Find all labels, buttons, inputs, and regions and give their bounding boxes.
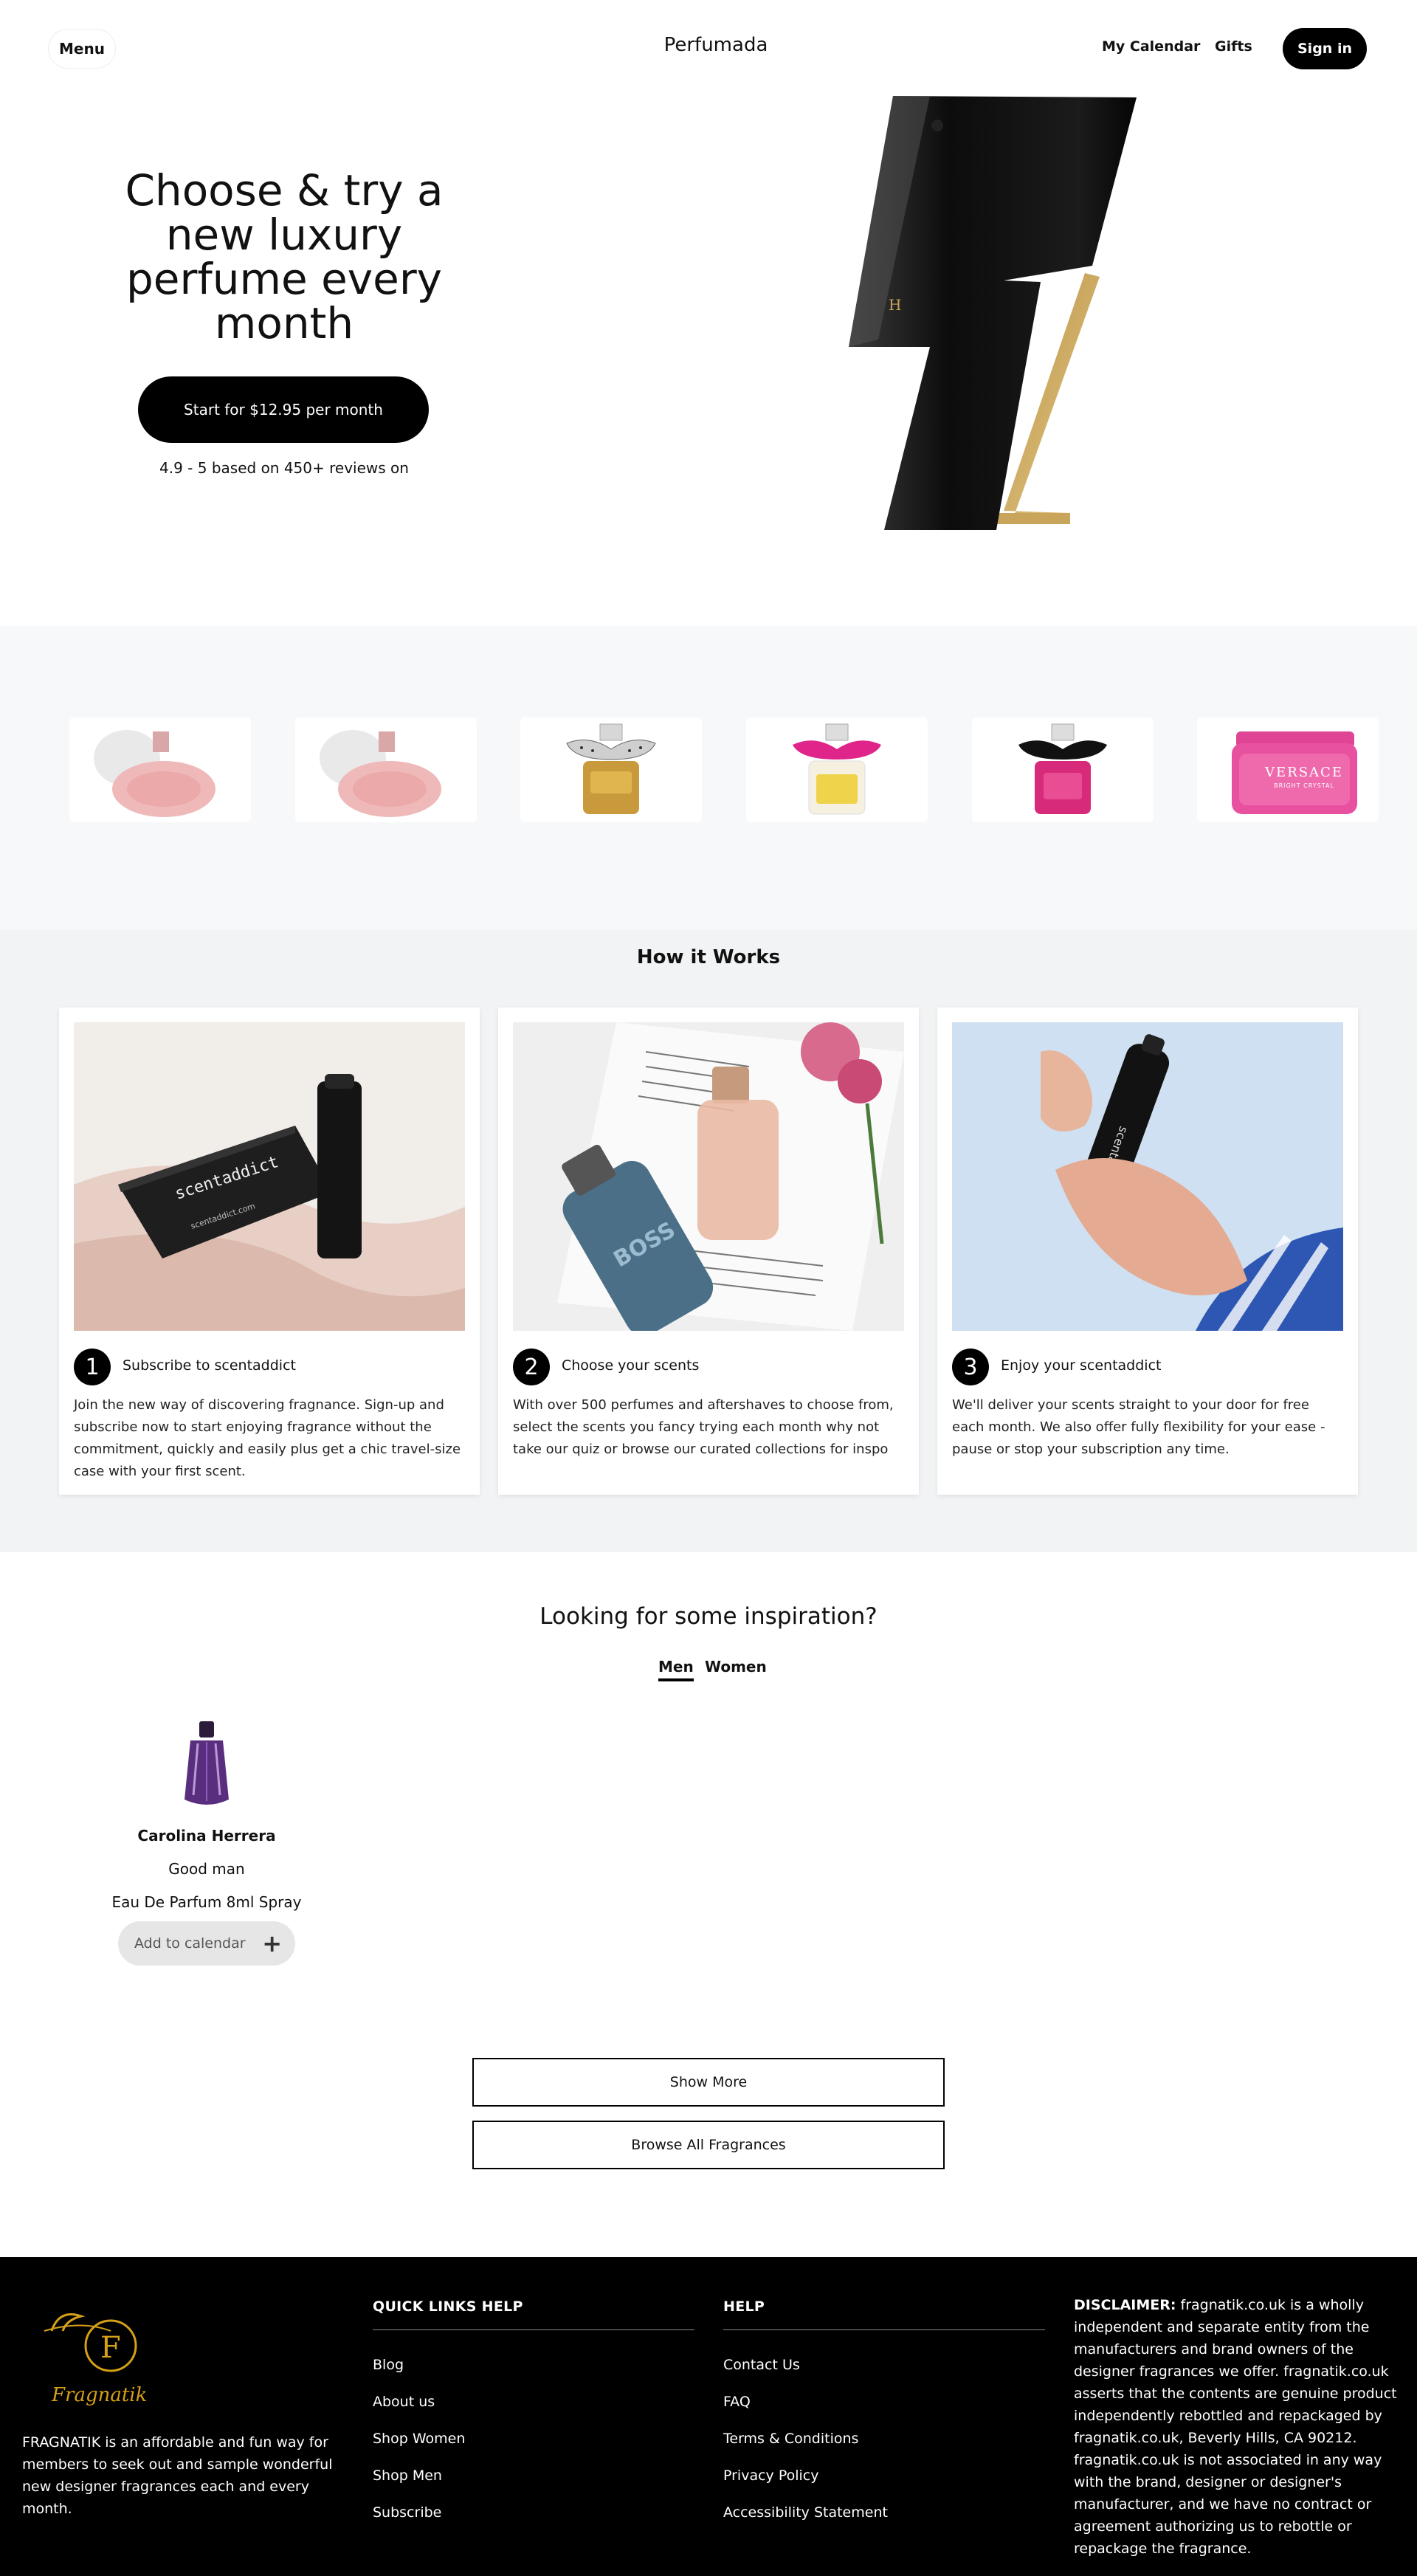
pink-round-bottle-icon <box>94 730 216 817</box>
footer-link-faq[interactable]: FAQ <box>723 2383 1045 2420</box>
browse-all-fragrances-button[interactable]: Browse All Fragrances <box>472 2121 945 2169</box>
brand-logo-text[interactable]: Perfumada <box>635 34 797 56</box>
reviews-summary: 4.9 - 5 based on 450+ reviews on <box>159 459 409 477</box>
step-description: Join the new way of discovering fragnanc… <box>74 1397 461 1479</box>
start-subscription-button[interactable]: Start for $12.95 per month <box>138 376 429 443</box>
inspiration-title: Looking for some inspiration? <box>539 1603 878 1630</box>
pink-bow-bottle-icon <box>793 723 881 815</box>
add-to-calendar-label: Add to calendar <box>134 1935 246 1952</box>
disclaimer-text: fragnatik.co.uk is a wholly independent … <box>1074 2297 1397 2557</box>
site-footer: F Fragnatik FRAGNATIK is an affordable a… <box>0 2257 1417 2576</box>
carousel-item[interactable] <box>746 717 928 822</box>
footer-about-text: FRAGNATIK is an affordable and fun way f… <box>22 2434 333 2517</box>
tab-men[interactable]: Men <box>658 1658 694 1681</box>
product-image[interactable] <box>177 1720 236 1808</box>
step-number: 2 <box>513 1349 550 1385</box>
footer-link-blog[interactable]: Blog <box>373 2346 694 2383</box>
svg-text:F: F <box>100 2331 121 2365</box>
svg-text:H: H <box>889 296 901 314</box>
show-more-button[interactable]: Show More <box>472 2058 945 2107</box>
sign-in-button[interactable]: Sign in <box>1283 28 1367 69</box>
disclaimer-label: DISCLAIMER: <box>1074 2297 1176 2313</box>
carousel-item[interactable] <box>972 717 1154 822</box>
nav-gifts[interactable]: Gifts <box>1215 38 1252 55</box>
footer-link-shop-women[interactable]: Shop Women <box>373 2420 694 2457</box>
nav-my-calendar[interactable]: My Calendar <box>1102 38 1200 55</box>
hero-title: Choose & try a new luxury perfume every … <box>125 165 444 348</box>
menu-button[interactable]: Menu <box>49 30 115 68</box>
hero-perfume-bottle-image: H <box>849 96 1137 530</box>
footer-link-subscribe[interactable]: Subscribe <box>373 2494 694 2531</box>
how-it-works-section: How it Works scentaddict scentaddict.com… <box>0 930 1417 1552</box>
tab-women[interactable]: Women <box>705 1658 767 1676</box>
quick-links-heading: QUICK LINKS HELP <box>373 2298 694 2330</box>
gold-bottle-bow-icon <box>566 723 656 814</box>
fragrance-carousel[interactable]: VERSACE BRIGHT CRYSTAL <box>0 626 1417 930</box>
plus-icon: + <box>262 1929 282 1957</box>
fragnatik-logo[interactable]: F Fragnatik <box>37 2301 162 2412</box>
footer-link-accessibility[interactable]: Accessibility Statement <box>723 2494 1045 2531</box>
step-title: Subscribe to scentaddict <box>123 1357 296 1374</box>
carousel-item[interactable] <box>295 717 477 822</box>
step-image: scentaddict scentaddict.com <box>74 1022 465 1331</box>
product-card[interactable]: Carolina Herrera Good man Eau De Parfum … <box>111 1720 303 1966</box>
product-size: Eau De Parfum 8ml Spray <box>111 1893 302 1911</box>
step-number: 3 <box>952 1349 989 1385</box>
footer-link-shop-men[interactable]: Shop Men <box>373 2457 694 2494</box>
step-card: BOSS 2 Choose your scents With over 500 … <box>498 1008 919 1495</box>
step-image: BOSS <box>513 1022 904 1331</box>
pink-round-bottle-icon <box>320 730 441 817</box>
footer-quick-links: QUICK LINKS HELP Blog About us Shop Wome… <box>373 2298 694 2531</box>
versace-label: VERSACE <box>1265 765 1343 780</box>
step-card: scentad 3 Enjoy your scentaddict We'll d… <box>937 1008 1358 1495</box>
scentaddict-case-image: scentaddict scentaddict.com <box>74 1022 465 1331</box>
step-number: 1 <box>74 1349 111 1385</box>
step-description: We'll deliver your scents straight to yo… <box>952 1397 1325 1457</box>
step-card: scentaddict scentaddict.com 1 Subscribe … <box>59 1008 480 1495</box>
product-brand: Carolina Herrera <box>137 1827 276 1845</box>
help-heading: HELP <box>723 2298 1045 2330</box>
versace-sublabel: BRIGHT CRYSTAL <box>1274 782 1334 789</box>
footer-link-contact[interactable]: Contact Us <box>723 2346 1045 2383</box>
how-it-works-title: How it Works <box>636 946 781 968</box>
carousel-item[interactable] <box>520 717 702 822</box>
product-name: Good man <box>168 1860 245 1878</box>
boss-perfumes-image: BOSS <box>513 1022 904 1331</box>
footer-disclaimer: DISCLAIMER: fragnatik.co.uk is a wholly … <box>1074 2294 1399 2560</box>
footer-link-terms[interactable]: Terms & Conditions <box>723 2420 1045 2457</box>
step-image: scentad <box>952 1022 1343 1331</box>
carousel-item[interactable] <box>69 717 251 822</box>
site-header: Menu Perfumada My Calendar Gifts Sign in <box>0 0 1417 96</box>
hand-holding-atomizer-image: scentad <box>952 1022 1343 1331</box>
black-bow-bottle-icon <box>1018 723 1107 814</box>
step-description: With over 500 perfumes and aftershaves t… <box>513 1397 894 1457</box>
step-title: Enjoy your scentaddict <box>1001 1357 1162 1374</box>
footer-link-privacy[interactable]: Privacy Policy <box>723 2457 1045 2494</box>
step-title: Choose your scents <box>562 1357 700 1374</box>
svg-text:Fragnatik: Fragnatik <box>51 2384 147 2406</box>
footer-help-links: HELP Contact Us FAQ Terms & Conditions P… <box>723 2298 1045 2531</box>
carousel-item[interactable]: VERSACE BRIGHT CRYSTAL <box>1197 717 1379 822</box>
footer-link-about[interactable]: About us <box>373 2383 694 2420</box>
add-to-calendar-button[interactable]: Add to calendar + <box>118 1921 295 1966</box>
